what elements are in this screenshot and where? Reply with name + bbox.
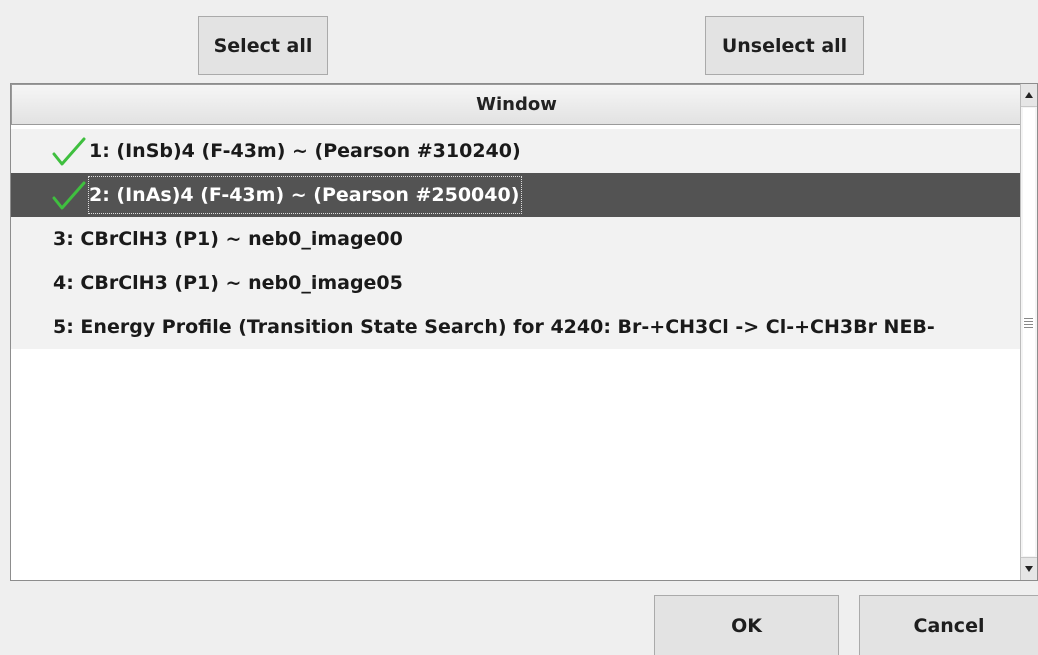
list-item-label: 1: (InSb)4 (F-43m) ~ (Pearson #310240) [89, 140, 521, 162]
list-rows: 1: (InSb)4 (F-43m) ~ (Pearson #310240) 2… [11, 129, 1022, 349]
list-item[interactable]: 2: (InAs)4 (F-43m) ~ (Pearson #250040) [11, 173, 1022, 217]
ok-button[interactable]: OK [654, 595, 839, 655]
list-item[interactable]: 5: Energy Profile (Transition State Sear… [11, 305, 1022, 349]
list-item[interactable]: 1: (InSb)4 (F-43m) ~ (Pearson #310240) [11, 129, 1022, 173]
list-item[interactable]: 4: CBrClH3 (P1) ~ neb0_image05 [11, 261, 1022, 305]
window-list: Window 1: (InSb)4 (F-43m) ~ (Pearson #31… [10, 83, 1038, 581]
list-item[interactable]: 3: CBrClH3 (P1) ~ neb0_image00 [11, 217, 1022, 261]
list-item-label: 5: Energy Profile (Transition State Sear… [53, 316, 935, 338]
list-item-label: 3: CBrClH3 (P1) ~ neb0_image00 [53, 228, 403, 250]
unselect-all-button[interactable]: Unselect all [705, 16, 864, 75]
column-header-window[interactable]: Window [11, 84, 1022, 125]
scroll-up-arrow-icon[interactable] [1021, 84, 1037, 107]
vertical-scrollbar[interactable] [1020, 84, 1037, 580]
cancel-button[interactable]: Cancel [859, 595, 1038, 655]
checkmark-icon [52, 137, 86, 166]
checkmark-icon [52, 181, 86, 210]
select-all-button[interactable]: Select all [198, 16, 328, 75]
list-item-label: 4: CBrClH3 (P1) ~ neb0_image05 [53, 272, 403, 294]
scrollbar-thumb[interactable] [1023, 108, 1035, 556]
list-item-label: 2: (InAs)4 (F-43m) ~ (Pearson #250040) [87, 176, 523, 214]
scroll-down-arrow-icon[interactable] [1021, 557, 1037, 580]
scrollbar-grip-icon [1024, 318, 1033, 330]
